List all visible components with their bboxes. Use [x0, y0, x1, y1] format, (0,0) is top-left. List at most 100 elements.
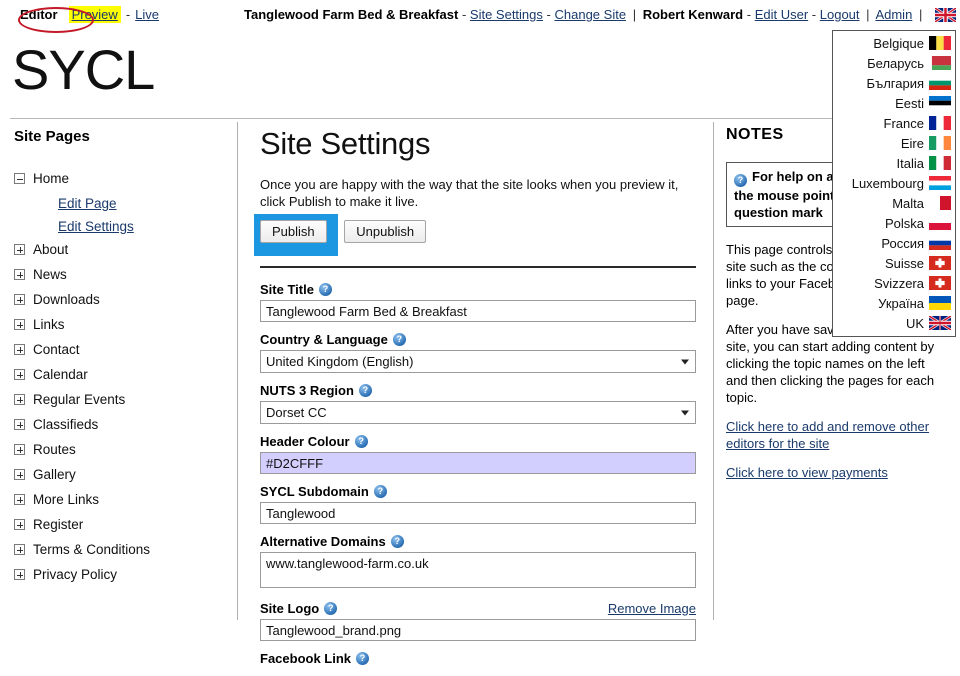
help-icon[interactable]: ?	[373, 485, 387, 498]
language-option-belgique[interactable]: Belgique	[837, 33, 951, 53]
language-option-luxembourg[interactable]: Luxembourg	[837, 173, 951, 193]
site-settings-link[interactable]: Site Settings	[470, 7, 543, 22]
site-logo-input[interactable]	[260, 619, 696, 641]
sycl-subdomain-label-row: SYCL Subdomain ?	[260, 484, 696, 499]
unpublish-button[interactable]: Unpublish	[344, 220, 427, 243]
main-content: Site Settings Once you are happy with th…	[248, 126, 706, 676]
sidebar-subitem-label[interactable]: Edit Page	[58, 196, 117, 211]
preview-link[interactable]: Preview	[68, 6, 121, 23]
help-icon[interactable]: ?	[354, 435, 368, 448]
sidebar-item-terms-conditions[interactable]: Terms & Conditions	[14, 542, 236, 557]
language-option-eesti[interactable]: Eesti	[837, 93, 951, 113]
editor-link[interactable]: Editor	[14, 6, 94, 33]
expand-icon[interactable]	[14, 494, 25, 505]
nuts3-label-row: NUTS 3 Region ?	[260, 383, 696, 398]
logout-link[interactable]: Logout	[820, 7, 860, 22]
sidebar-item-label: Routes	[33, 442, 76, 457]
language-option-label: UK	[905, 315, 924, 331]
help-icon[interactable]: ?	[318, 283, 332, 296]
header-colour-input[interactable]	[260, 452, 696, 474]
help-icon[interactable]: ?	[356, 652, 370, 665]
expand-icon[interactable]	[14, 544, 25, 555]
separator-dash: -	[811, 7, 817, 22]
sycl-subdomain-label: SYCL Subdomain	[260, 484, 369, 499]
sycl-subdomain-input[interactable]	[260, 502, 696, 524]
help-icon[interactable]: ?	[390, 535, 404, 548]
expand-icon[interactable]	[14, 319, 25, 330]
admin-link[interactable]: Admin	[875, 7, 912, 22]
remove-image-link[interactable]: Remove Image	[608, 601, 696, 616]
nuts3-select[interactable]: Dorset CC	[260, 401, 696, 424]
section-divider	[260, 266, 696, 268]
luxembourg-flag-icon	[929, 176, 951, 190]
language-option-suisse[interactable]: Suisse	[837, 253, 951, 273]
help-icon[interactable]: ?	[324, 602, 338, 615]
expand-icon[interactable]	[14, 269, 25, 280]
language-option-malta[interactable]: Malta	[837, 193, 951, 213]
sidebar-item-label: Gallery	[33, 467, 76, 482]
sidebar-subitem-label[interactable]: Edit Settings	[58, 219, 134, 234]
language-option-uk[interactable]: UK	[837, 313, 951, 333]
collapse-icon[interactable]	[14, 173, 25, 184]
notes-link-2-wrap: Click here to view payments	[726, 464, 950, 481]
language-option-россия[interactable]: Россия	[837, 233, 951, 253]
country-language-label: Country & Language	[260, 332, 388, 347]
language-option-беларусь[interactable]: Беларусь	[837, 53, 951, 73]
alternative-domains-label-row: Alternative Domains ?	[260, 534, 696, 549]
site-title-input[interactable]	[260, 300, 696, 322]
language-option-label: Suisse	[884, 255, 924, 271]
language-option-eire[interactable]: Eire	[837, 133, 951, 153]
uk-flag-icon[interactable]	[934, 8, 956, 22]
sidebar-item-calendar[interactable]: Calendar	[14, 367, 236, 382]
ukraine-flag-icon	[929, 296, 951, 310]
sidebar-item-about[interactable]: About	[14, 242, 236, 257]
sidebar-item-downloads[interactable]: Downloads	[14, 292, 236, 307]
edit-user-link[interactable]: Edit User	[755, 7, 808, 22]
language-option-svizzera[interactable]: Svizzera	[837, 273, 951, 293]
help-icon: ?	[734, 174, 747, 187]
add-remove-editors-link[interactable]: Click here to add and remove other edito…	[726, 419, 929, 451]
publish-button[interactable]: Publish	[260, 220, 327, 243]
sidebar-item-news[interactable]: News	[14, 267, 236, 282]
sidebar-item-classifieds[interactable]: Classifieds	[14, 417, 236, 432]
expand-icon[interactable]	[14, 294, 25, 305]
sidebar-item-privacy-policy[interactable]: Privacy Policy	[14, 567, 236, 582]
expand-icon[interactable]	[14, 369, 25, 380]
sidebar-item-more-links[interactable]: More Links	[14, 492, 236, 507]
language-option-italia[interactable]: Italia	[837, 153, 951, 173]
language-option-label: Eesti	[895, 95, 924, 111]
notes-divider	[713, 122, 714, 620]
help-icon[interactable]: ?	[392, 333, 406, 346]
sidebar-item-register[interactable]: Register	[14, 517, 236, 532]
sidebar-subitem-edit-settings[interactable]: Edit Settings	[58, 219, 236, 234]
help-icon[interactable]: ?	[358, 384, 372, 397]
sidebar-item-links[interactable]: Links	[14, 317, 236, 332]
expand-icon[interactable]	[14, 569, 25, 580]
sidebar-item-home[interactable]: Home	[14, 171, 236, 186]
language-option-україна[interactable]: Україна	[837, 293, 951, 313]
expand-icon[interactable]	[14, 344, 25, 355]
switzerland-flag-icon	[929, 276, 951, 290]
expand-icon[interactable]	[14, 244, 25, 255]
expand-icon[interactable]	[14, 444, 25, 455]
language-option-българия[interactable]: България	[837, 73, 951, 93]
language-option-france[interactable]: France	[837, 113, 951, 133]
expand-icon[interactable]	[14, 394, 25, 405]
language-option-polska[interactable]: Polska	[837, 213, 951, 233]
language-option-label: Italia	[896, 155, 924, 171]
expand-icon[interactable]	[14, 419, 25, 430]
change-site-link[interactable]: Change Site	[555, 7, 627, 22]
live-link[interactable]: Live	[135, 7, 159, 22]
country-language-select[interactable]: United Kingdom (English)	[260, 350, 696, 373]
sidebar-subitem-edit-page[interactable]: Edit Page	[58, 196, 236, 211]
sidebar-item-contact[interactable]: Contact	[14, 342, 236, 357]
ireland-flag-icon	[929, 136, 951, 150]
sidebar-item-gallery[interactable]: Gallery	[14, 467, 236, 482]
expand-icon[interactable]	[14, 469, 25, 480]
sidebar-item-routes[interactable]: Routes	[14, 442, 236, 457]
expand-icon[interactable]	[14, 519, 25, 530]
view-payments-link[interactable]: Click here to view payments	[726, 465, 888, 480]
alternative-domains-textarea[interactable]	[260, 552, 696, 588]
language-dropdown[interactable]: Belgique Беларусь България Eesti France Eire I…	[832, 30, 956, 337]
sidebar-item-regular-events[interactable]: Regular Events	[14, 392, 236, 407]
